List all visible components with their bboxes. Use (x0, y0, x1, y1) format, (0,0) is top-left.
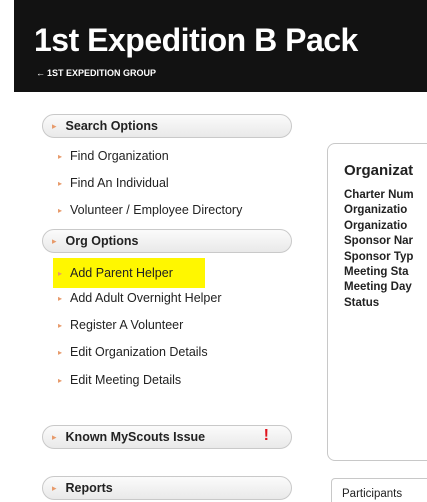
alert-icon: ! (263, 427, 269, 444)
org-options-label: Org Options (65, 234, 139, 248)
tab-participants-label: Participants (342, 488, 403, 500)
page-header: 1st Expedition B Pack ← 1ST EXPEDITION GR… (14, 0, 427, 92)
organization-panel: Organizat Charter Num Organizatio Organi… (327, 143, 427, 461)
menu-item-label: Add Adult Overnight Helper (70, 291, 222, 305)
known-issue-label: Known MyScouts Issue (65, 430, 206, 444)
field-meeting-day: Meeting Day (344, 281, 412, 294)
field-organization-2: Organizatio (344, 219, 408, 232)
back-arrow-icon: ← (36, 68, 45, 78)
menu-item-label: Edit Organization Details (70, 345, 208, 359)
menu-item-label: Add Parent Helper (70, 266, 173, 280)
organization-panel-title: Organizat (344, 162, 414, 179)
field-charter-number: Charter Num (344, 189, 414, 201)
back-link-label: 1ST EXPEDITION GROUP (47, 68, 157, 78)
menu-item-add-parent-helper[interactable]: ▸ Add Parent Helper (53, 258, 205, 288)
organization-fields: Charter Num Organizatio Organizatio Spon… (344, 188, 414, 311)
menu-item-register-volunteer[interactable]: ▸ Register A Volunteer (58, 315, 183, 335)
menu-item-find-organization[interactable]: ▸ Find Organization (58, 146, 169, 166)
arrow-right-icon: ▸ (58, 151, 63, 161)
menu-item-volunteer-directory[interactable]: ▸ Volunteer / Employee Directory (58, 200, 242, 220)
known-issue-header[interactable]: ▸ Known MyScouts Issue ! (42, 425, 292, 449)
search-options-label: Search Options (65, 119, 158, 133)
reports-label: Reports (65, 481, 113, 495)
arrow-right-icon: ▸ (58, 347, 63, 357)
arrow-right-icon: ▸ (52, 120, 57, 131)
arrow-right-icon: ▸ (58, 293, 63, 303)
menu-item-label: Volunteer / Employee Directory (70, 203, 243, 217)
page-title: 1st Expedition B Pack (34, 22, 358, 58)
arrow-right-icon: ▸ (58, 178, 63, 188)
arrow-right-icon: ▸ (58, 205, 63, 215)
menu-item-edit-organization-details[interactable]: ▸ Edit Organization Details (58, 342, 208, 362)
arrow-right-icon: ▸ (58, 320, 63, 330)
menu-item-edit-meeting-details[interactable]: ▸ Edit Meeting Details (58, 370, 181, 390)
field-sponsor-type: Sponsor Typ (344, 250, 414, 263)
menu-item-label: Find Organization (70, 149, 169, 163)
menu-item-label: Register A Volunteer (70, 318, 184, 332)
field-sponsor-name: Sponsor Nar (344, 235, 414, 248)
arrow-right-icon: ▸ (58, 268, 63, 278)
search-options-header[interactable]: ▸ Search Options (42, 114, 292, 138)
menu-item-add-adult-overnight-helper[interactable]: ▸ Add Adult Overnight Helper (58, 288, 222, 308)
field-organization-1: Organizatio (344, 204, 408, 217)
org-options-header[interactable]: ▸ Org Options (42, 229, 292, 253)
arrow-right-icon: ▸ (52, 235, 57, 246)
menu-item-label: Find An Individual (70, 176, 169, 190)
field-meeting-start: Meeting Sta (344, 266, 409, 279)
arrow-right-icon: ▸ (52, 431, 57, 442)
menu-item-label: Edit Meeting Details (70, 373, 182, 387)
reports-header[interactable]: ▸ Reports (42, 476, 292, 500)
tab-participants[interactable]: Participants (331, 478, 427, 502)
back-to-group-link[interactable]: ← 1ST EXPEDITION GROUP (36, 68, 156, 78)
field-status: Status (344, 296, 380, 309)
arrow-right-icon: ▸ (52, 482, 57, 493)
arrow-right-icon: ▸ (58, 375, 63, 385)
menu-item-find-individual[interactable]: ▸ Find An Individual (58, 173, 169, 193)
